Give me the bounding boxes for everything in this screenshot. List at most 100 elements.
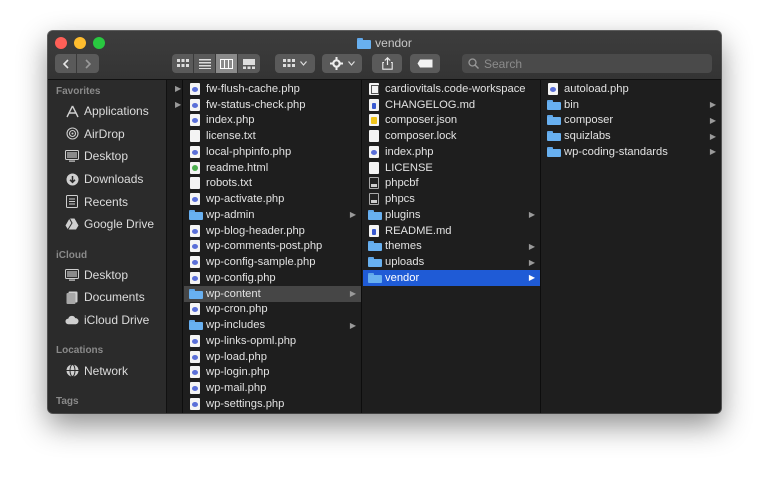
sidebar-item-favorites-applications[interactable]: Applications	[48, 100, 166, 123]
file-item[interactable]: CHANGELOG.md	[363, 97, 540, 113]
sidebar-item-icloud-icloud-drive[interactable]: iCloud Drive	[48, 309, 166, 332]
item-name: wp-config.php	[206, 271, 276, 284]
folder-item[interactable]: themes ▶	[363, 239, 540, 255]
item-name: phpcbf	[385, 177, 419, 190]
chevron-right-icon: ▶	[175, 100, 182, 109]
forward-button[interactable]	[77, 54, 99, 73]
back-button[interactable]	[55, 54, 77, 73]
list-view-button[interactable]	[194, 54, 216, 73]
sidebar-item-favorites-recents[interactable]: Recents	[48, 190, 166, 213]
item-name: robots.txt	[206, 177, 253, 190]
file-item[interactable]: wp-mail.php	[184, 380, 361, 396]
folder-item[interactable]: uploads ▶	[363, 254, 540, 270]
file-item[interactable]: phpcbf	[363, 176, 540, 192]
file-item[interactable]: index.php	[363, 144, 540, 160]
file-item[interactable]: composer.lock	[363, 128, 540, 144]
file-item[interactable]: wp-cron.php	[184, 302, 361, 318]
folder-item[interactable]: wp-admin ▶	[184, 207, 361, 223]
folder-item[interactable]: wp-coding-standards ▶	[542, 144, 721, 160]
sidebar-section-tags: Tags	[56, 395, 79, 407]
md-file-icon	[368, 98, 380, 111]
file-item[interactable]: readme.html	[184, 160, 361, 176]
php-file-icon	[189, 334, 201, 347]
file-item[interactable]: composer.json	[363, 113, 540, 129]
folder-icon	[547, 130, 561, 143]
tags-button[interactable]	[410, 54, 440, 73]
file-item[interactable]: wp-load.php	[184, 349, 361, 365]
icon-view-button[interactable]	[172, 54, 194, 73]
file-item[interactable]: license.txt	[184, 128, 361, 144]
gallery-view-button[interactable]	[238, 54, 260, 73]
chevron-left-icon	[62, 58, 69, 69]
sidebar-item-locations-network[interactable]: Network	[48, 359, 166, 382]
action-button[interactable]	[322, 54, 362, 73]
column-1[interactable]: fw-flush-cache.php fw-status-check.php ind…	[184, 80, 362, 413]
columns-icon	[220, 58, 233, 69]
google-drive-icon	[65, 217, 79, 231]
file-item[interactable]: phpcs	[363, 191, 540, 207]
folder-item[interactable]: bin ▶	[542, 97, 721, 113]
file-item[interactable]: cardiovitals.code-workspace	[363, 81, 540, 97]
folder-item[interactable]: wp-content ▶	[184, 285, 361, 302]
folder-item[interactable]: vendor ▶	[363, 270, 540, 286]
file-item[interactable]: wp-config.php	[184, 270, 361, 286]
exec-file-icon	[368, 193, 380, 206]
file-item[interactable]: wp-config-sample.php	[184, 254, 361, 270]
file-item[interactable]: LICENSE	[363, 160, 540, 176]
item-name: wp-settings.php	[206, 397, 285, 410]
sidebar-item-favorites-airdrop[interactable]: AirDrop	[48, 123, 166, 146]
folder-item[interactable]: composer ▶	[542, 113, 721, 129]
chevron-right-icon: ▶	[709, 131, 716, 141]
item-name: wp-content	[206, 287, 261, 300]
php-file-icon	[189, 98, 201, 111]
file-item[interactable]: autoload.php	[542, 81, 721, 97]
file-item[interactable]: wp-blog-header.php	[184, 223, 361, 239]
file-item[interactable]: local-phpinfo.php	[184, 144, 361, 160]
group-by-button[interactable]	[275, 54, 315, 73]
file-item[interactable]: wp-settings.php	[184, 396, 361, 412]
search-placeholder: Search	[484, 56, 523, 71]
file-item[interactable]: wp-login.php	[184, 365, 361, 381]
column-3[interactable]: autoload.php bin ▶ composer ▶ squizlabs ▶ wp-co…	[542, 80, 721, 413]
file-item[interactable]: fw-flush-cache.php	[184, 81, 361, 97]
sidebar-section-favorites: Favorites	[56, 86, 101, 97]
sidebar-item-label: Google Drive	[84, 217, 155, 232]
sidebar-item-favorites-google-drive[interactable]: Google Drive	[48, 213, 166, 236]
item-name: LICENSE	[385, 161, 433, 174]
sidebar-item-favorites-desktop[interactable]: Desktop	[48, 145, 166, 168]
file-item[interactable]: index.php	[184, 113, 361, 129]
search-field[interactable]: Search	[462, 54, 712, 73]
file-item[interactable]: README.md	[363, 223, 540, 239]
list-icon	[198, 58, 211, 69]
share-button[interactable]	[372, 54, 402, 73]
file-item[interactable]: robots.txt	[184, 176, 361, 192]
sidebar-item-label: Recents	[84, 194, 129, 209]
folder-icon	[368, 240, 382, 253]
file-item[interactable]: wp-comments-post.php	[184, 239, 361, 255]
item-name: wp-admin	[206, 208, 255, 221]
column-view-button[interactable]	[216, 54, 238, 73]
file-item[interactable]: wp-activate.php	[184, 191, 361, 207]
applications-icon	[65, 104, 79, 118]
folder-item[interactable]: squizlabs ▶	[542, 128, 721, 144]
json-file-icon	[368, 114, 380, 127]
php-file-icon	[189, 114, 201, 127]
item-name: readme.html	[206, 161, 269, 174]
item-name: wp-blog-header.php	[206, 224, 305, 237]
php-file-icon	[189, 240, 201, 253]
sidebar-item-icloud-desktop[interactable]: Desktop	[48, 264, 166, 287]
file-item[interactable]: fw-status-check.php	[184, 97, 361, 113]
folder-item[interactable]: plugins ▶	[363, 207, 540, 223]
item-name: wp-config-sample.php	[206, 256, 316, 269]
php-file-icon	[189, 382, 201, 395]
txt-file-icon	[368, 130, 380, 143]
folder-icon	[368, 256, 382, 269]
file-item[interactable]: wp-links-opml.php	[184, 333, 361, 349]
sidebar-item-icloud-documents[interactable]: Documents	[48, 286, 166, 309]
sidebar-item-favorites-downloads[interactable]: Downloads	[48, 168, 166, 191]
item-name: local-phpinfo.php	[206, 145, 292, 158]
folder-item[interactable]: wp-includes ▶	[184, 317, 361, 333]
column-2[interactable]: cardiovitals.code-workspace CHANGELOG.md c…	[363, 80, 541, 413]
txt-file-icon	[368, 161, 380, 174]
search-icon	[468, 58, 479, 69]
